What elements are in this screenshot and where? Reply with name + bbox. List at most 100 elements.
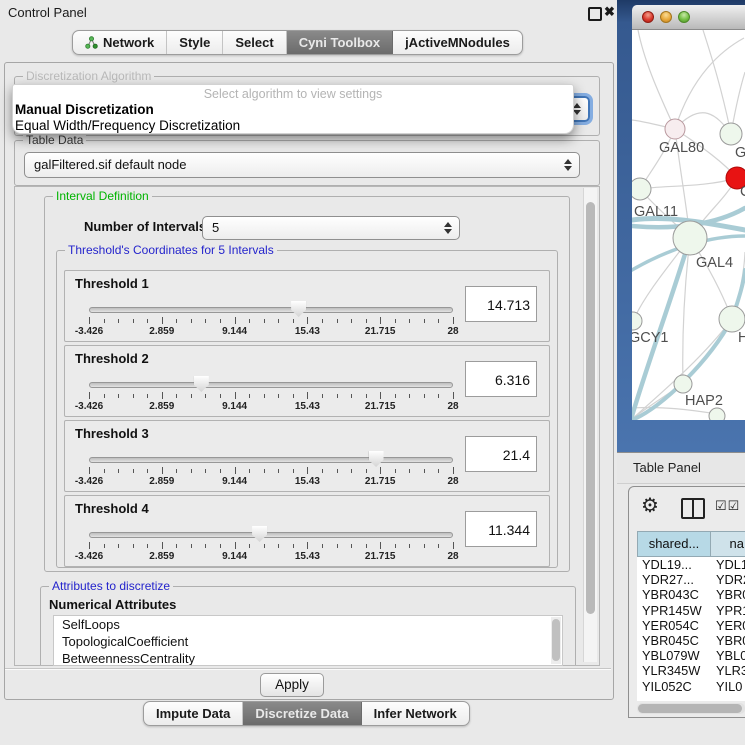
threshold-3-slider[interactable]: -3.4262.8599.14415.4321.71528 bbox=[89, 449, 453, 489]
threshold-2-slider[interactable]: -3.4262.8599.14415.4321.71528 bbox=[89, 374, 453, 414]
slider-tick bbox=[438, 469, 439, 473]
table-row[interactable]: YBR045CYBR0 bbox=[637, 633, 745, 648]
tab-label: Impute Data bbox=[156, 706, 230, 721]
node-gal4[interactable] bbox=[673, 221, 707, 255]
dropdown-option-manual-discretization[interactable]: Manual Discretization bbox=[13, 102, 573, 118]
attribute-item-selfloops[interactable]: SelfLoops bbox=[54, 616, 562, 633]
threshold-4-slider[interactable]: -3.4262.8599.14415.4321.71528 bbox=[89, 524, 453, 564]
tab-cyni-toolbox[interactable]: Cyni Toolbox bbox=[287, 31, 393, 54]
slider-scale-label: 28 bbox=[447, 476, 458, 487]
dropdown-option-equal-width[interactable]: Equal Width/Frequency Discretization bbox=[13, 118, 573, 134]
slider-tick bbox=[424, 394, 425, 398]
slider-tick bbox=[147, 319, 148, 323]
slider-track[interactable] bbox=[89, 532, 453, 538]
tab-impute-data[interactable]: Impute Data bbox=[144, 702, 243, 725]
zoom-traffic-light[interactable] bbox=[678, 11, 690, 23]
scrollbar-thumb[interactable] bbox=[552, 619, 560, 661]
table-row[interactable]: YIL052CYIL0 bbox=[637, 679, 745, 694]
tab-style[interactable]: Style bbox=[167, 31, 223, 54]
vertical-scrollbar[interactable] bbox=[583, 188, 597, 662]
table-row[interactable]: YDR27...YDR2 bbox=[637, 572, 745, 587]
slider-thumb[interactable] bbox=[369, 451, 384, 467]
node-bottom[interactable] bbox=[709, 408, 725, 420]
threshold-4-value-field[interactable]: 11.344 bbox=[465, 511, 537, 547]
slider-tick bbox=[453, 467, 454, 474]
slider-tick bbox=[89, 542, 90, 549]
threshold-3-value-field[interactable]: 21.4 bbox=[465, 436, 537, 472]
cell-name: YBL0 bbox=[711, 648, 745, 663]
minimize-traffic-light[interactable] bbox=[660, 11, 672, 23]
attribute-item-betweennesscentrality[interactable]: BetweennessCentrality bbox=[54, 650, 562, 666]
node-label-gal4: GAL4 bbox=[696, 255, 733, 271]
number-of-intervals-combobox[interactable]: 5 bbox=[202, 216, 460, 240]
table-row[interactable]: YBL079WYBL0 bbox=[637, 648, 745, 663]
tab-jactivemnodules[interactable]: jActiveMNodules bbox=[393, 31, 522, 54]
scrollbar-thumb[interactable] bbox=[638, 704, 742, 713]
columns-icon[interactable] bbox=[681, 498, 705, 519]
cell-shared-name: YBL079W bbox=[637, 648, 711, 663]
table-row[interactable]: YPR145WYPR1 bbox=[637, 603, 745, 618]
algorithm-group-title: Discretization Algorithm bbox=[23, 69, 154, 83]
slider-tick bbox=[409, 544, 410, 548]
threshold-2-value-field[interactable]: 6.316 bbox=[465, 361, 537, 397]
scrollbar-thumb[interactable] bbox=[586, 202, 595, 614]
slider-tick bbox=[424, 469, 425, 473]
threshold-3-panel: Threshold 3 -3.4262.8599.14415.4321.7152… bbox=[64, 420, 550, 492]
slider-tick bbox=[395, 319, 396, 323]
slider-track[interactable] bbox=[89, 457, 453, 463]
threshold-1-value-field[interactable]: 14.713 bbox=[465, 286, 537, 322]
network-window-titlebar[interactable] bbox=[632, 5, 745, 30]
node-hap2[interactable] bbox=[674, 375, 692, 393]
slider-thumb[interactable] bbox=[252, 526, 267, 542]
attributes-group: Attributes to discretize Numerical Attri… bbox=[40, 586, 576, 665]
slider-track[interactable] bbox=[89, 307, 453, 313]
table-row[interactable]: YDL19...YDL1 bbox=[637, 557, 745, 572]
slider-tick bbox=[438, 394, 439, 398]
float-window-icon[interactable] bbox=[588, 7, 602, 21]
tab-network[interactable]: Network bbox=[73, 31, 167, 54]
threshold-4-label: Threshold 4 bbox=[75, 501, 149, 516]
table-row[interactable]: YER054CYER0 bbox=[637, 618, 745, 633]
slider-tick bbox=[453, 542, 454, 549]
slider-thumb[interactable] bbox=[194, 376, 209, 392]
table-row[interactable]: YBR043CYBR0 bbox=[637, 587, 745, 602]
tab-select[interactable]: Select bbox=[223, 31, 286, 54]
close-traffic-light[interactable] bbox=[642, 11, 654, 23]
node-gal11[interactable] bbox=[632, 178, 651, 200]
slider-scale-label: 9.144 bbox=[222, 476, 247, 487]
slider-tick bbox=[133, 544, 134, 548]
threshold-1-label: Threshold 1 bbox=[75, 276, 149, 291]
slider-tick bbox=[278, 319, 279, 323]
network-canvas[interactable]: GAL80 GA C GAL11 GAL4 GCY1 H HAP2 bbox=[632, 30, 745, 420]
column-header-shared-name[interactable]: shared... bbox=[637, 531, 711, 557]
gear-icon[interactable]: ⚙ bbox=[641, 493, 659, 518]
apply-button[interactable]: Apply bbox=[260, 673, 324, 697]
list-scrollbar[interactable] bbox=[551, 617, 561, 664]
node-gcy1[interactable] bbox=[632, 312, 642, 330]
node-top-right[interactable] bbox=[720, 123, 742, 145]
slider-track[interactable] bbox=[89, 382, 453, 388]
column-header-name[interactable]: na bbox=[711, 531, 745, 557]
slider-tick bbox=[293, 394, 294, 398]
slider-tick bbox=[89, 392, 90, 399]
attribute-item-topologicalcoefficient[interactable]: TopologicalCoefficient bbox=[54, 633, 562, 650]
slider-tick bbox=[307, 467, 308, 474]
table-data-combobox[interactable]: galFiltered.sif default node bbox=[24, 152, 580, 178]
slider-tick bbox=[395, 394, 396, 398]
slider-tick bbox=[220, 319, 221, 323]
horizontal-scrollbar[interactable] bbox=[637, 703, 745, 714]
tab-discretize-data[interactable]: Discretize Data bbox=[243, 702, 361, 725]
slider-tick bbox=[147, 469, 148, 473]
slider-tick bbox=[118, 319, 119, 323]
node-right-low[interactable] bbox=[719, 306, 745, 332]
close-icon[interactable]: ✖ bbox=[604, 4, 615, 20]
tab-infer-network[interactable]: Infer Network bbox=[362, 702, 469, 725]
cell-name: YIL0 bbox=[711, 679, 745, 694]
slider-tick bbox=[351, 319, 352, 323]
node-pink[interactable] bbox=[665, 119, 685, 139]
table-row[interactable]: YLR345WYLR3 bbox=[637, 663, 745, 678]
threshold-1-slider[interactable]: -3.4262.8599.14415.4321.71528 bbox=[89, 299, 453, 339]
slider-thumb[interactable] bbox=[291, 301, 306, 317]
table-header-row: shared... na bbox=[637, 531, 745, 557]
checkbox-columns-icon[interactable]: ☑☑ bbox=[715, 498, 740, 514]
